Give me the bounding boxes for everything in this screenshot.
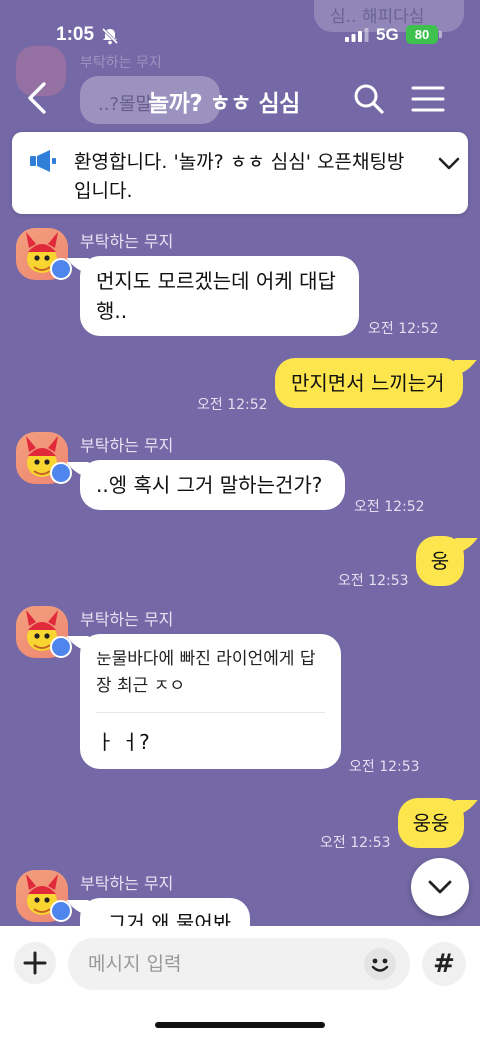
reply-text: ㅏ ㅓ? bbox=[96, 730, 150, 754]
avatar[interactable] bbox=[16, 606, 72, 658]
chat-room-title: 놀까? ㅎㅎ 심심 bbox=[148, 91, 300, 117]
message-bubble[interactable]: ..엥 혹시 그거 말하는건가? bbox=[80, 460, 345, 510]
message-input-bar: 메시지 입력 # bbox=[0, 926, 480, 1040]
hashtag-button[interactable]: # bbox=[422, 942, 466, 986]
signal-icon bbox=[345, 28, 369, 42]
megaphone-icon bbox=[30, 150, 56, 172]
plus-icon bbox=[23, 951, 47, 975]
chevron-down-icon bbox=[428, 880, 452, 894]
reply-quote[interactable]: 눈물바다에 빠진 라이언에게 답장 최근 ㅈㅇ bbox=[96, 646, 325, 713]
message-time: 오전 12:52 bbox=[197, 397, 268, 413]
my-message-bubble[interactable]: 웅 bbox=[416, 536, 464, 586]
status-bar: 1:05 5G 80 bbox=[0, 0, 480, 70]
network-type: 5G bbox=[376, 25, 399, 44]
sender-name: 부탁하는 무지 bbox=[80, 874, 174, 893]
my-message-bubble[interactable]: 웅웅 bbox=[398, 798, 464, 848]
reply-message-bubble[interactable]: 눈물바다에 빠진 라이언에게 답장 최근 ㅈㅇ ㅏ ㅓ? bbox=[80, 634, 341, 769]
status-time: 1:05 bbox=[56, 24, 95, 45]
my-message-bubble[interactable]: 만지면서 느끼는거 bbox=[275, 358, 463, 408]
chevron-down-icon[interactable] bbox=[436, 154, 462, 174]
message-time: 오전 12:53 bbox=[338, 573, 409, 589]
emoji-icon[interactable] bbox=[362, 946, 398, 982]
avatar[interactable] bbox=[16, 228, 72, 280]
notice-banner[interactable]: 환영합니다. '놀까? ㅎㅎ 심심' 오픈채팅방 입니다. bbox=[12, 132, 468, 214]
avatar[interactable] bbox=[16, 870, 72, 922]
sender-name: 부탁하는 무지 bbox=[80, 232, 174, 251]
scroll-down-button[interactable] bbox=[411, 858, 469, 916]
message-time: 오전 12:53 bbox=[349, 759, 420, 775]
avatar[interactable] bbox=[16, 432, 72, 484]
back-arrow-icon[interactable] bbox=[22, 80, 56, 116]
home-indicator bbox=[155, 1022, 325, 1028]
search-icon[interactable] bbox=[352, 82, 386, 116]
message-input[interactable]: 메시지 입력 bbox=[68, 938, 410, 990]
message-bubble[interactable]: 먼지도 모르겠는데 어케 대답 행.. bbox=[80, 256, 359, 336]
battery-indicator: 80 bbox=[406, 25, 442, 44]
message-time: 오전 12:53 bbox=[320, 835, 391, 851]
menu-icon[interactable] bbox=[410, 84, 446, 114]
sender-name: 부탁하는 무지 bbox=[80, 436, 174, 455]
message-time: 오전 12:52 bbox=[354, 499, 425, 515]
bell-off-icon bbox=[101, 27, 119, 45]
sender-name: 부탁하는 무지 bbox=[80, 610, 174, 629]
chat-header: 놀까? ㅎㅎ 심심 bbox=[0, 70, 480, 126]
message-time: 오전 12:52 bbox=[368, 321, 439, 337]
notice-text: 환영합니다. '놀까? ㅎㅎ 심심' 오픈채팅방 입니다. bbox=[74, 151, 405, 202]
attach-button[interactable] bbox=[14, 942, 56, 984]
